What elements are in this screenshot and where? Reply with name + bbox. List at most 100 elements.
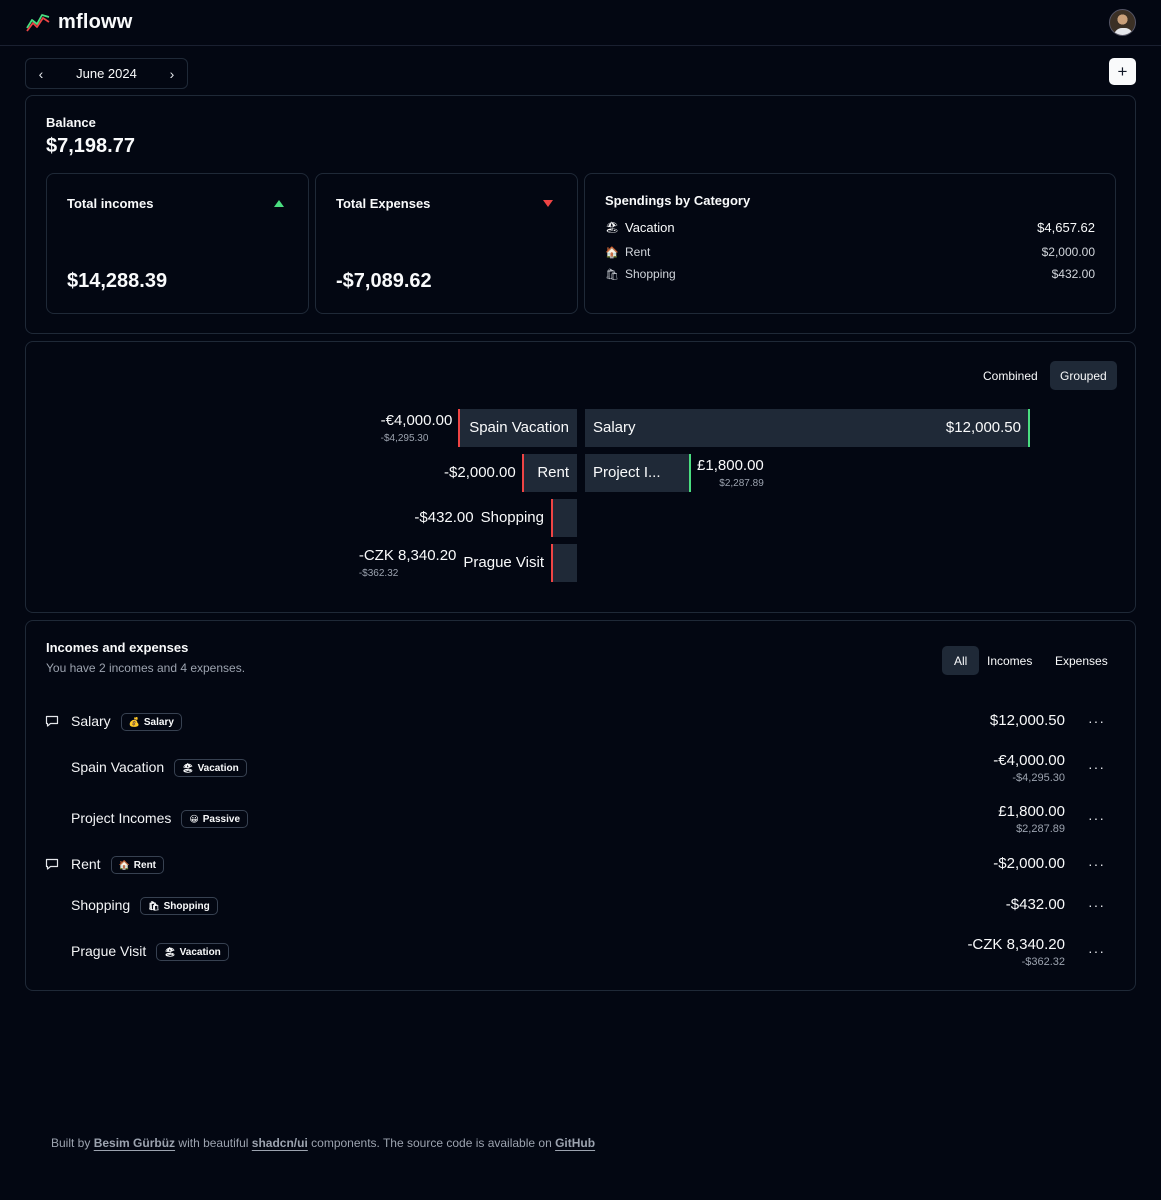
bar-category-label: Prague Visit [463, 554, 544, 571]
beach-icon: 🏖 [182, 762, 194, 773]
house-icon: 🏠 [605, 246, 619, 259]
balance-value: $7,198.77 [46, 135, 135, 157]
list-item[interactable]: Prague Visit 🏖 Vacation -CZK 8,340.20 -$362.… [26, 936, 1135, 981]
bar-value-label: $12,000.50 [945, 419, 1021, 436]
bar-category-label: Salary [593, 419, 636, 436]
list-item[interactable]: Spain Vacation 🏖 Vacation -€4,000.00 -$4,295… [26, 752, 1135, 797]
money-bag-icon: 💰 [128, 716, 140, 727]
bar-category-label: Spain Vacation [469, 419, 569, 436]
badge-label: Vacation [197, 762, 239, 774]
total-expenses-title: Total Expenses [336, 196, 431, 211]
category-name: Rent [625, 245, 651, 259]
entry-converted-amount: -$4,295.30 [1012, 772, 1065, 784]
category-title: Spendings by Category [605, 193, 751, 208]
total-incomes-card: Total incomes $14,288.39 [46, 173, 309, 314]
author-link[interactable]: Besim Gürbüz [94, 1136, 175, 1150]
total-incomes-title: Total incomes [67, 196, 154, 211]
bar-converted-label: -$362.32 [358, 568, 399, 579]
entry-name: Rent [71, 856, 101, 872]
trend-down-icon [543, 200, 553, 207]
badge-label: Salary [143, 716, 174, 728]
entry-name: Spain Vacation [71, 759, 165, 775]
shadcn-link[interactable]: shadcn/ui [252, 1136, 308, 1150]
category-amount: $432.00 [1051, 267, 1095, 281]
month-label: June 2024 [76, 66, 137, 81]
bar-converted-label: -$4,295.30 [380, 433, 429, 444]
badge-label: Rent [133, 859, 157, 871]
add-entry-button[interactable]: + [1109, 58, 1136, 85]
category-amount: $4,657.62 [1037, 220, 1095, 235]
footer-middle: with beautiful [178, 1136, 249, 1150]
more-options-icon[interactable]: ··· [1088, 943, 1105, 959]
entry-amount: -$432.00 [1005, 896, 1065, 913]
bar-value-label: -€4,000.00 [380, 412, 453, 429]
category-amount: $2,000.00 [1041, 245, 1095, 259]
incomes-expenses-card: Incomes and expenses You have 2 incomes … [25, 620, 1136, 991]
bar-value-label: -CZK 8,340.20 [358, 547, 457, 564]
entry-name: Prague Visit [71, 943, 147, 959]
bar-category-label: Shopping [480, 509, 544, 526]
list-title: Incomes and expenses [46, 640, 189, 655]
beach-icon: 🏖 [164, 946, 176, 957]
bar-value-label: -$2,000.00 [444, 464, 516, 481]
category-row: 🏖 Vacation $4,657.62 [605, 220, 1095, 235]
category-badge: 😀 Passive [181, 810, 249, 828]
total-incomes-value: $14,288.39 [67, 270, 168, 292]
bar-category-label: Project I... [593, 464, 661, 481]
more-options-icon[interactable]: ··· [1088, 713, 1105, 729]
github-link[interactable]: GitHub [555, 1136, 595, 1150]
filter-expenses[interactable]: Expenses [1043, 646, 1120, 675]
bar-value-label: £1,800.00 [697, 457, 764, 474]
category-badge: 🏖 Vacation [156, 943, 229, 961]
entry-amount: -$2,000.00 [993, 855, 1065, 872]
badge-label: Vacation [179, 946, 221, 958]
balance-label: Balance [46, 115, 96, 130]
expense-bar[interactable] [551, 544, 577, 582]
list-item[interactable]: Project Incomes 😀 Passive £1,800.00 $2,287.8… [26, 803, 1135, 848]
badge-label: Shopping [163, 900, 210, 912]
chevron-left-icon[interactable]: ‹ [26, 59, 56, 89]
category-badge: 🏖 Vacation [174, 759, 247, 777]
entry-amount: £1,800.00 [998, 803, 1065, 820]
entry-amount: -€4,000.00 [993, 752, 1065, 769]
total-expenses-card: Total Expenses -$7,089.62 [315, 173, 578, 314]
spendings-by-category-card: Spendings by Category 🏖 Vacation $4,657.6… [584, 173, 1116, 314]
smile-icon: 😀 [189, 813, 199, 824]
more-options-icon[interactable]: ··· [1088, 897, 1105, 913]
bar-converted-label: $2,287.89 [719, 478, 764, 489]
list-item[interactable]: Shopping 🛍 Shopping -$432.00 ··· [26, 896, 1135, 935]
house-icon: 🏠 [118, 859, 130, 870]
beach-icon: 🏖 [605, 222, 619, 234]
more-options-icon[interactable]: ··· [1088, 810, 1105, 826]
entry-converted-amount: $2,287.89 [1016, 823, 1065, 835]
entry-name: Salary [71, 713, 111, 729]
recurring-icon [45, 715, 59, 727]
app-logo[interactable]: mfloww [26, 11, 133, 34]
entry-name: Project Incomes [71, 810, 172, 826]
trend-line-icon [26, 13, 50, 32]
footer-prefix: Built by [51, 1136, 91, 1150]
more-options-icon[interactable]: ··· [1088, 759, 1105, 775]
expense-bar[interactable] [551, 499, 577, 537]
footer-suffix: components. The source code is available… [311, 1136, 552, 1150]
list-item[interactable]: Rent 🏠 Rent -$2,000.00 ··· [26, 855, 1135, 894]
total-expenses-value: -$7,089.62 [336, 270, 432, 292]
chevron-right-icon[interactable]: › [157, 59, 187, 89]
plus-icon: + [1117, 61, 1128, 81]
more-options-icon[interactable]: ··· [1088, 856, 1105, 872]
badge-label: Passive [202, 813, 241, 825]
top-bar: mfloww [0, 0, 1161, 46]
filter-all[interactable]: All [942, 646, 980, 675]
list-item[interactable]: Salary 💰 Salary $12,000.50 ··· [26, 712, 1135, 751]
month-picker: ‹ June 2024 › [25, 58, 188, 89]
category-badge: 💰 Salary [120, 713, 182, 731]
category-name: Shopping [625, 267, 676, 281]
avatar[interactable] [1109, 9, 1136, 36]
entry-amount: -CZK 8,340.20 [967, 936, 1065, 953]
category-badge: 🏠 Rent [110, 856, 165, 874]
bar-category-label: Rent [537, 464, 569, 481]
entry-converted-amount: -$362.32 [1021, 956, 1065, 968]
category-badge: 🛍 Shopping [140, 897, 218, 915]
filter-incomes[interactable]: Incomes [975, 646, 1044, 675]
category-name: Vacation [625, 220, 675, 235]
